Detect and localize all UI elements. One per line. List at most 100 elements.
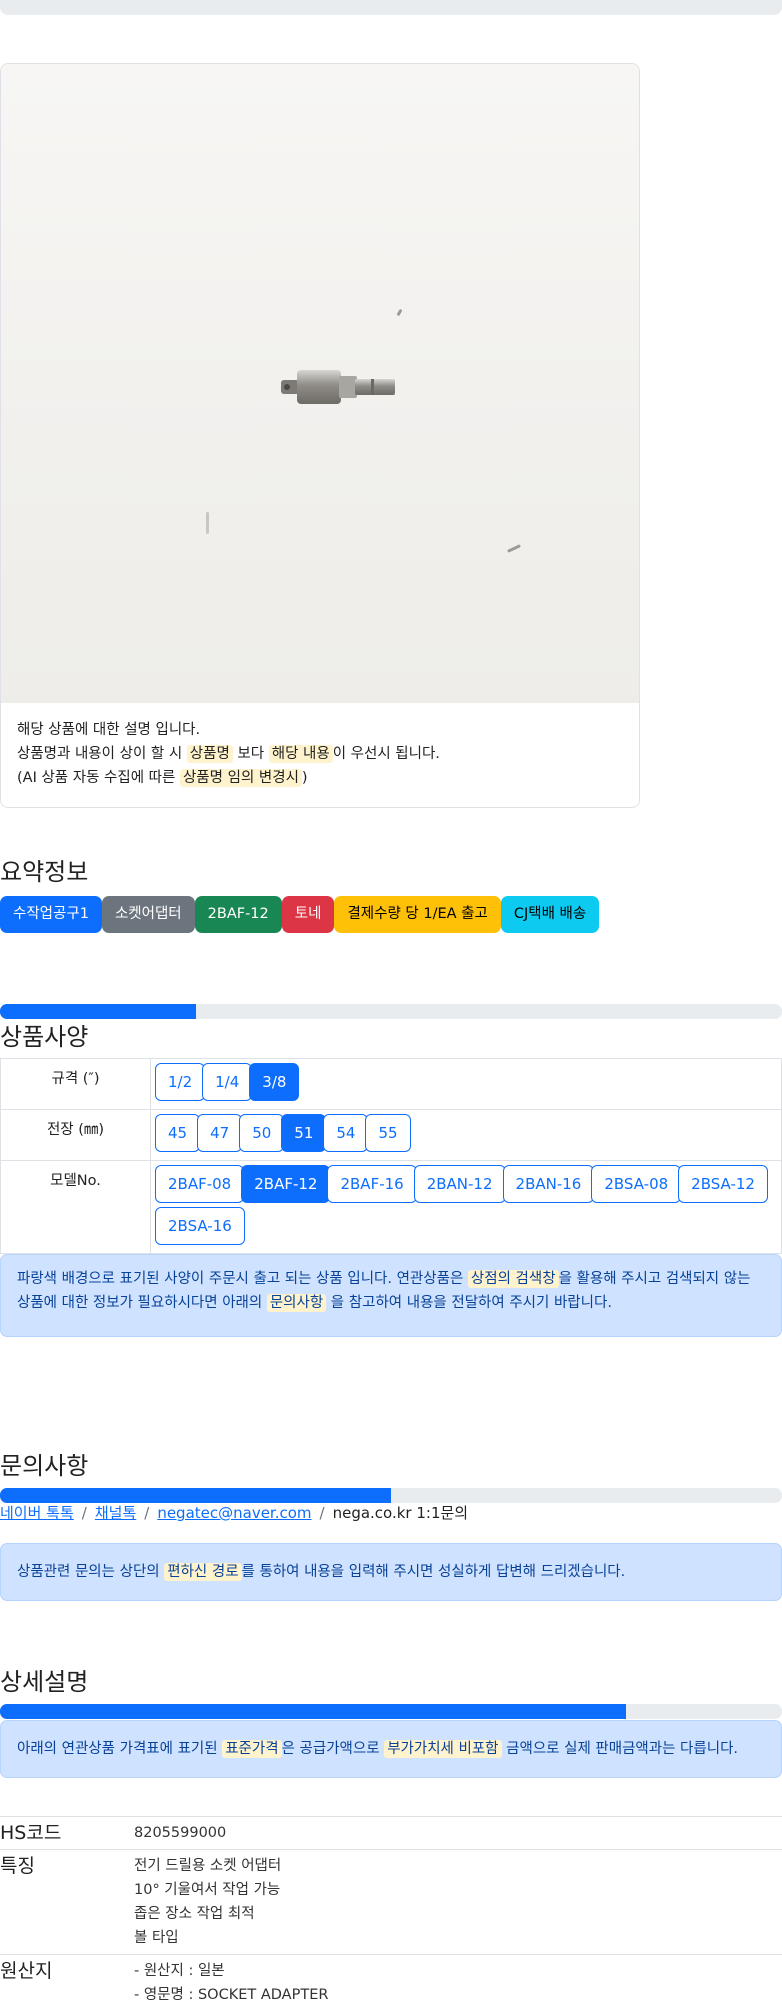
spec-option-button[interactable]: 2BAF-08 — [155, 1165, 244, 1203]
text: 이 우선시 됩니다. — [333, 746, 440, 762]
details-progress-fill — [0, 1704, 626, 1719]
description-line: (AI 상품 자동 수집에 따른 상품명 임의 변경시) — [17, 766, 627, 790]
description-line: 상품명과 내용이 상이 할 시 상품명 보다 해당 내용이 우선시 됩니다. — [17, 742, 627, 766]
highlight: 표준가격 — [222, 1740, 281, 1758]
text: 을 참고하여 내용을 전달하여 주시기 바랍니다. — [326, 1295, 612, 1311]
spec-table: 규격 (″) 1/21/43/8 전장 (㎜) 454750515455 모델N… — [0, 1058, 782, 1254]
product-card: 해당 상품에 대한 설명 입니다. 상품명과 내용이 상이 할 시 상품명 보다… — [0, 63, 640, 808]
spec-option-button[interactable]: 50 — [239, 1114, 284, 1152]
spec-label: 전장 (㎜) — [1, 1110, 151, 1161]
specs-progress — [0, 1004, 782, 1019]
spec-options: 454750515455 — [151, 1110, 782, 1161]
detail-value-line: 좁은 장소 작업 최적 — [134, 1902, 782, 1926]
channeltalk-link[interactable]: 채널톡 — [95, 1504, 136, 1522]
text: 상품명과 내용이 상이 할 시 — [17, 746, 187, 762]
detail-values: 8205599000 — [134, 1817, 782, 1850]
detail-value-line: 전기 드릴용 소켓 어댑터 — [134, 1854, 782, 1878]
detail-row-origin: 원산지 - 원산지 : 일본- 영문명 : SOCKET ADAPTER — [0, 1955, 782, 2011]
email-link[interactable]: negatec@naver.com — [157, 1504, 311, 1522]
text: 보다 — [233, 746, 269, 762]
detail-value-line: - 영문명 : SOCKET ADAPTER — [134, 1983, 782, 2007]
naver-talktalk-link[interactable]: 네이버 톡톡 — [0, 1504, 74, 1522]
details-progress — [0, 1704, 782, 1719]
badge-quantity: 결제수량 당 1/EA 출고 — [334, 896, 500, 933]
badge-model: 2BAF-12 — [195, 896, 282, 933]
detail-values: 전기 드릴용 소켓 어댑터10° 기울여서 작업 가능좁은 장소 작업 최적볼 … — [134, 1850, 782, 1955]
badge-category: 수작업공구1 — [0, 896, 102, 933]
product-photo — [1, 64, 639, 703]
details-title: 상세설명 — [0, 1662, 88, 1697]
detail-value-line: 8205599000 — [134, 1821, 782, 1845]
spec-option-button[interactable]: 2BAN-12 — [414, 1165, 506, 1203]
summary-badges: 수작업공구1 소켓어댑터 2BAF-12 토네 결제수량 당 1/EA 출고 C… — [0, 896, 599, 933]
spec-option-button[interactable]: 1/4 — [202, 1063, 252, 1101]
text: 파랑색 배경으로 표기된 사양이 주문시 출고 되는 상품 입니다. 연관상품은 — [17, 1271, 468, 1287]
contact-links: 네이버 톡톡 / 채널톡 / negatec@naver.com / nega.co.kr … — [0, 1502, 468, 1523]
highlight: 상점의 검색창 — [468, 1270, 559, 1288]
detail-row-features: 특징 전기 드릴용 소켓 어댑터10° 기울여서 작업 가능좁은 장소 작업 최… — [0, 1850, 782, 1955]
summary-title: 요약정보 — [0, 852, 88, 887]
spec-label: 모델No. — [1, 1161, 151, 1254]
spec-row-size: 규격 (″) 1/21/43/8 — [1, 1059, 782, 1110]
badge-brand: 토네 — [282, 896, 335, 933]
text: 금액으로 실제 판매금액과는 다릅니다. — [502, 1741, 738, 1757]
separator: / — [144, 1504, 149, 1522]
inquiry-title: 문의사항 — [0, 1446, 88, 1481]
inquiry-progress — [0, 1488, 782, 1503]
spec-option-button[interactable]: 2BAF-12 — [241, 1165, 330, 1203]
spec-option-button[interactable]: 54 — [323, 1114, 368, 1152]
spec-option-button[interactable]: 2BSA-12 — [678, 1165, 768, 1203]
detail-value-line: - 원산지 : 일본 — [134, 1959, 782, 1983]
highlight: 부가가치세 비포함 — [384, 1740, 501, 1758]
spec-option-button[interactable]: 2BSA-16 — [155, 1207, 245, 1245]
description-line: 해당 상품에 대한 설명 입니다. — [17, 718, 627, 742]
separator: / — [82, 1504, 87, 1522]
spec-option-button[interactable]: 1/2 — [155, 1063, 205, 1101]
spec-options: 2BAF-082BAF-122BAF-162BAN-122BAN-162BSA-… — [151, 1161, 782, 1254]
spec-option-button[interactable]: 2BAN-16 — [503, 1165, 595, 1203]
detail-values: - 원산지 : 일본- 영문명 : SOCKET ADAPTER — [134, 1955, 782, 2011]
top-progress-bar — [0, 0, 782, 15]
spec-option-button[interactable]: 2BSA-08 — [591, 1165, 681, 1203]
spec-row-length: 전장 (㎜) 454750515455 — [1, 1110, 782, 1161]
details-note: 아래의 연관상품 가격표에 표기된 표준가격은 공급가액으로 부가가치세 비포함… — [0, 1720, 782, 1778]
spec-option-button[interactable]: 55 — [365, 1114, 410, 1152]
text: 를 통하여 내용을 입력해 주시면 성실하게 답변해 드리겠습니다. — [242, 1564, 626, 1580]
spec-option-button[interactable]: 47 — [197, 1114, 242, 1152]
socket-adapter-image — [279, 362, 399, 410]
highlight: 편하신 경로 — [164, 1563, 241, 1581]
specs-title: 상품사양 — [0, 1017, 88, 1052]
detail-key: 원산지 — [0, 1955, 134, 2011]
detail-row-hscode: HS코드 8205599000 — [0, 1817, 782, 1850]
spec-option-button[interactable]: 3/8 — [249, 1063, 299, 1101]
text: 아래의 연관상품 가격표에 표기된 — [17, 1741, 222, 1757]
spec-option-button[interactable]: 51 — [281, 1114, 326, 1152]
detail-value-line: 볼 타입 — [134, 1926, 782, 1950]
inquiry-note: 상품관련 문의는 상단의 편하신 경로를 통하여 내용을 입력해 주시면 성실하… — [0, 1543, 782, 1601]
detail-value-line: 10° 기울여서 작업 가능 — [134, 1878, 782, 1902]
site-inquiry-text: nega.co.kr 1:1문의 — [333, 1504, 469, 1522]
highlight: 상품명 — [187, 745, 233, 763]
dust-speck — [206, 512, 209, 534]
spec-options: 1/21/43/8 — [151, 1059, 782, 1110]
text: 상품관련 문의는 상단의 — [17, 1564, 164, 1580]
text: ) — [302, 770, 308, 786]
detail-key: 특징 — [0, 1850, 134, 1955]
highlight: 해당 내용 — [269, 745, 333, 763]
highlight: 상품명 임의 변경시 — [180, 769, 302, 787]
text: 은 공급가액으로 — [282, 1741, 385, 1757]
spec-option-button[interactable]: 2BAF-16 — [327, 1165, 416, 1203]
specs-note: 파랑색 배경으로 표기된 사양이 주문시 출고 되는 상품 입니다. 연관상품은… — [0, 1254, 782, 1337]
detail-table: HS코드 8205599000 특징 전기 드릴용 소켓 어댑터10° 기울여서… — [0, 1816, 782, 2011]
detail-key: HS코드 — [0, 1817, 134, 1850]
spec-label: 규격 (″) — [1, 1059, 151, 1110]
dust-speck — [507, 544, 521, 553]
highlight: 문의사항 — [267, 1294, 326, 1312]
badge-shipping: CJ택배 배송 — [501, 896, 599, 933]
separator: / — [320, 1504, 325, 1522]
badge-type: 소켓어댑터 — [102, 896, 195, 933]
text: (AI 상품 자동 수집에 따른 — [17, 770, 180, 786]
spec-row-model: 모델No. 2BAF-082BAF-122BAF-162BAN-122BAN-1… — [1, 1161, 782, 1254]
inquiry-progress-fill — [0, 1488, 391, 1503]
spec-option-button[interactable]: 45 — [155, 1114, 200, 1152]
